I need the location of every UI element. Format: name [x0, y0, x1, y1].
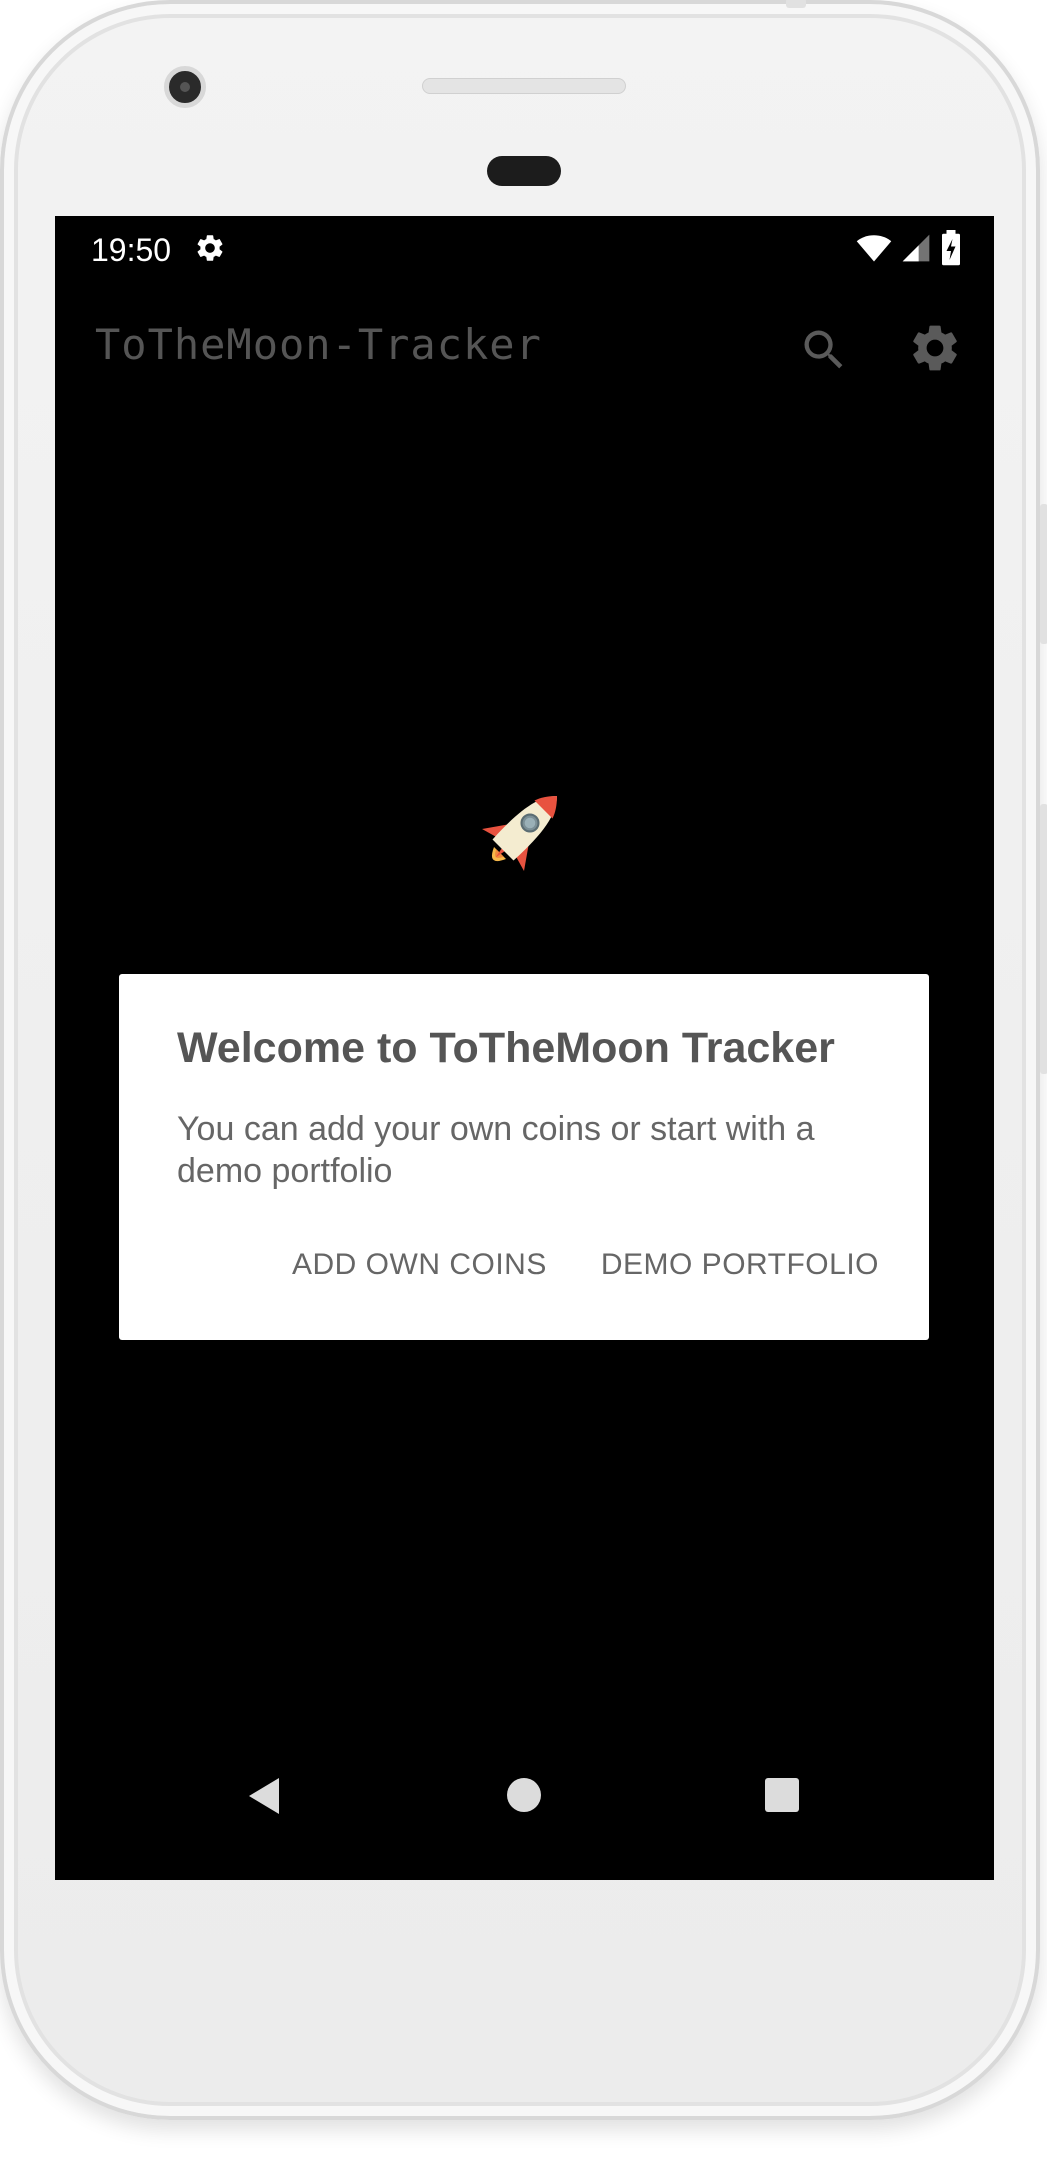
search-icon[interactable] [798, 324, 850, 376]
app-title: ToTheMoon-Tracker [95, 320, 542, 369]
welcome-dialog: Welcome to ToTheMoon Tracker You can add… [119, 974, 929, 1340]
app-bar: ToTheMoon-Tracker [55, 284, 994, 414]
back-triangle-icon[interactable] [245, 1776, 283, 1816]
dialog-message: You can add your own coins or start with… [177, 1110, 815, 1190]
status-bar: 19:50 [55, 216, 994, 284]
gear-icon [197, 235, 223, 261]
proximity-sensor [487, 156, 561, 186]
demo-portfolio-button[interactable]: DEMO PORTFOLIO [601, 1244, 879, 1286]
recents-square-icon[interactable] [765, 1778, 799, 1812]
battery-charging-icon [942, 230, 960, 266]
status-time: 19:50 [91, 232, 172, 268]
settings-gear-icon[interactable] [907, 320, 963, 376]
add-own-coins-button[interactable]: ADD OWN COINS [292, 1244, 547, 1286]
volume-button [1040, 804, 1047, 1074]
cell-signal-icon [902, 234, 930, 262]
power-button [1040, 504, 1047, 644]
home-circle-icon[interactable] [507, 1778, 541, 1812]
front-camera [164, 66, 206, 108]
top-notch-button [786, 0, 806, 8]
dialog-title: Welcome to ToTheMoon Tracker [177, 1024, 835, 1072]
phone-frame: 19:50 ToTheMoon-Tracker Welcome to ToThe… [0, 0, 1047, 2120]
wifi-icon [856, 235, 892, 262]
dialog-actions: ADD OWN COINS DEMO PORTFOLIO [292, 1244, 879, 1286]
navigation-bar [55, 1756, 994, 1876]
rocket-icon [482, 796, 557, 871]
status-icons [856, 230, 962, 266]
phone-screen: 19:50 ToTheMoon-Tracker Welcome to ToThe… [55, 216, 994, 1880]
earpiece-speaker [422, 78, 626, 94]
